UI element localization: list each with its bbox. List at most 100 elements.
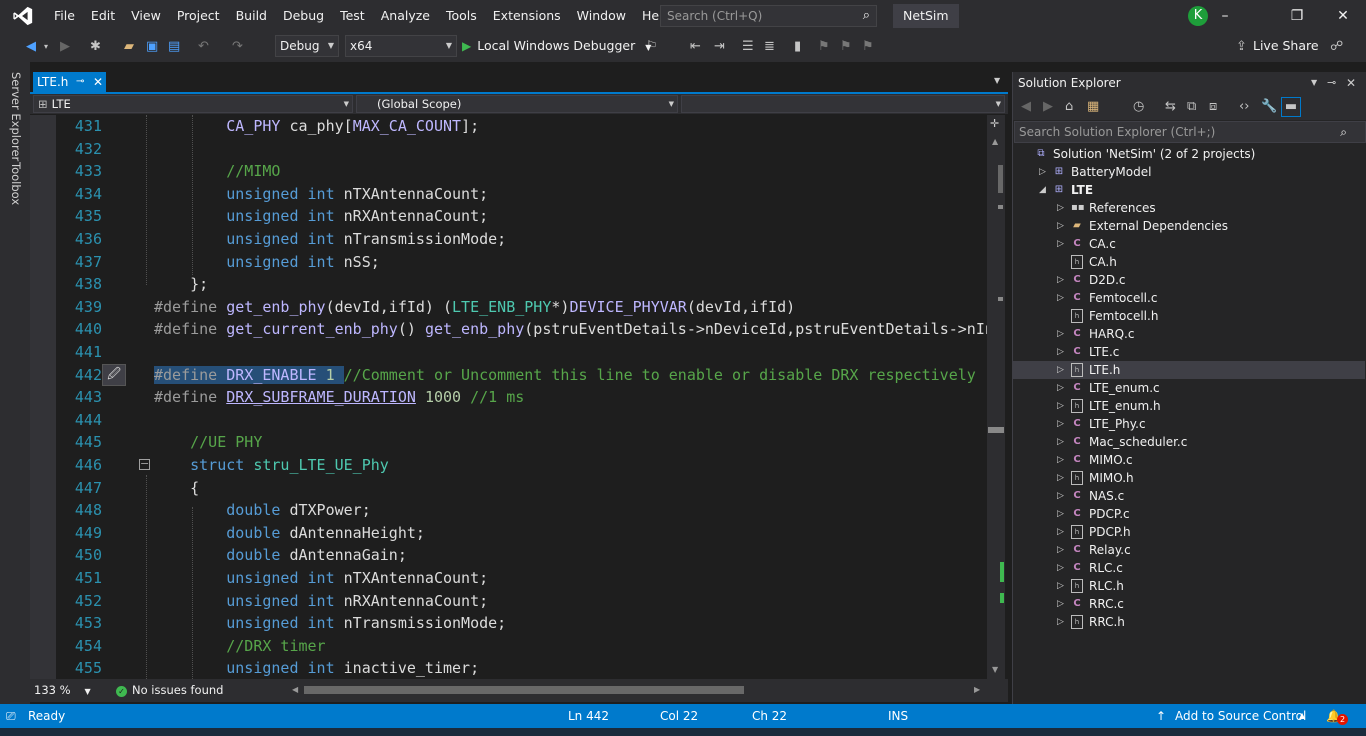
code-line[interactable]: 437 unsigned int nSS; xyxy=(30,251,987,274)
code-line[interactable]: 454 //DRX timer xyxy=(30,635,987,658)
menu-test[interactable]: Test xyxy=(332,0,373,32)
scrollbar-thumb[interactable] xyxy=(998,165,1003,193)
menu-debug[interactable]: Debug xyxy=(275,0,332,32)
code-line[interactable]: 434 unsigned int nTXAntennaCount; xyxy=(30,183,987,206)
tree-item[interactable]: ▷ C Femtocell.c xyxy=(1013,289,1365,307)
expand-icon[interactable]: ▷ xyxy=(1039,163,1049,181)
window-position-icon[interactable]: ▼ xyxy=(1311,72,1317,94)
back-icon[interactable]: ◀ xyxy=(1021,99,1031,114)
code-line[interactable]: 441 xyxy=(30,341,987,364)
expand-icon[interactable]: ▷ xyxy=(1057,433,1067,451)
tree-item[interactable]: ▷ C LTE_enum.c xyxy=(1013,379,1365,397)
zoom-dropdown[interactable]: 133 % ▼ xyxy=(34,679,91,703)
show-all-files-icon[interactable]: ⧈ xyxy=(1209,99,1217,114)
character-number[interactable]: Ch 22 xyxy=(752,704,787,728)
split-window-icon[interactable]: ✛ xyxy=(990,117,999,130)
scroll-right-icon[interactable]: ▶ xyxy=(974,678,980,701)
expand-icon[interactable]: ▷ xyxy=(1057,199,1067,217)
restore-button[interactable]: ❐ xyxy=(1274,0,1320,32)
code-line[interactable]: 455 unsigned int inactive_timer; xyxy=(30,657,987,679)
save-all-icon[interactable]: ▤ xyxy=(168,39,180,55)
code-editor[interactable]: 431 CA_PHY ca_phy[MAX_CA_COUNT]; 432 433 /… xyxy=(30,115,987,679)
comment-lines-icon[interactable]: ☰ xyxy=(742,39,754,55)
tree-item[interactable]: ▷ h PDCP.h xyxy=(1013,523,1365,541)
tree-item[interactable]: ▷ C CA.c xyxy=(1013,235,1365,253)
collapse-icon[interactable]: ◢ xyxy=(1039,181,1049,199)
platform-dropdown[interactable]: x64 ▼ xyxy=(345,35,457,57)
menu-edit[interactable]: Edit xyxy=(83,0,123,32)
clear-bookmarks-icon[interactable]: ⚑ xyxy=(862,39,874,55)
tree-item[interactable]: ▷ h LTE_enum.h xyxy=(1013,397,1365,415)
menu-file[interactable]: File xyxy=(46,0,83,32)
menu-extensions[interactable]: Extensions xyxy=(485,0,569,32)
new-project-icon[interactable]: ✱ xyxy=(90,39,101,55)
code-line[interactable]: 453 unsigned int nTransmissionMode; xyxy=(30,612,987,635)
tree-item[interactable]: ▷ C PDCP.c xyxy=(1013,505,1365,523)
redo-icon[interactable]: ↷ xyxy=(232,39,243,55)
issues-indicator[interactable]: ✓ No issues found xyxy=(116,679,223,702)
expand-icon[interactable]: ▷ xyxy=(1057,217,1067,235)
step-into-icon[interactable]: ⇤ xyxy=(690,39,701,55)
home-icon[interactable]: ⌂ xyxy=(1065,99,1073,114)
tree-item[interactable]: ▷ C LTE_Phy.c xyxy=(1013,415,1365,433)
scroll-down-icon[interactable]: ▼ xyxy=(992,665,998,674)
function-dropdown[interactable]: ▼ xyxy=(681,95,1005,113)
live-share-button[interactable]: Live Share xyxy=(1253,38,1319,53)
previous-bookmark-icon[interactable]: ⚑ xyxy=(818,39,830,55)
expand-icon[interactable]: ▷ xyxy=(1057,523,1067,541)
menu-tools[interactable]: Tools xyxy=(438,0,485,32)
code-line[interactable]: 432 xyxy=(30,138,987,161)
expand-icon[interactable]: ▷ xyxy=(1057,361,1067,379)
pin-icon[interactable]: ⊸ xyxy=(1327,72,1336,94)
tree-item[interactable]: ▷ C D2D.c xyxy=(1013,271,1365,289)
tree-item[interactable]: ▷ h LTE.h xyxy=(1013,361,1365,379)
switch-views-icon[interactable]: ▦ xyxy=(1087,99,1099,114)
expand-icon[interactable]: ▷ xyxy=(1057,469,1067,487)
code-line[interactable]: 442 #define DRX_ENABLE 1 //Comment or Unc… xyxy=(30,364,987,387)
menu-window[interactable]: Window xyxy=(569,0,634,32)
solution-search-input[interactable]: Search Solution Explorer (Ctrl+;) ⌕ xyxy=(1014,121,1366,143)
preview-selected-items-icon[interactable]: ▬ xyxy=(1281,97,1301,117)
navigate-back-icon[interactable]: ◀ xyxy=(26,39,36,55)
search-input[interactable]: Search (Ctrl+Q) ⌕ xyxy=(660,5,877,27)
properties-icon[interactable]: 🔧 xyxy=(1261,99,1277,114)
code-line[interactable]: 452 unsigned int nRXAntennaCount; xyxy=(30,590,987,613)
tree-item[interactable]: ◢ ⊞ LTE xyxy=(1013,181,1365,199)
tree-item[interactable]: ▷ C MIMO.c xyxy=(1013,451,1365,469)
tree-item[interactable]: ▷ C Mac_scheduler.c xyxy=(1013,433,1365,451)
expand-icon[interactable]: ▷ xyxy=(1057,289,1067,307)
live-share-icon[interactable]: ⇪ xyxy=(1236,39,1247,55)
undo-icon[interactable]: ↶ xyxy=(198,39,209,55)
pin-icon[interactable]: ⊸ xyxy=(76,72,84,92)
tree-item[interactable]: ▷ ▪▪ References xyxy=(1013,199,1365,217)
insert-mode[interactable]: INS xyxy=(888,704,908,728)
next-bookmark-icon[interactable]: ⚑ xyxy=(840,39,852,55)
menu-project[interactable]: Project xyxy=(169,0,228,32)
expand-icon[interactable]: ▷ xyxy=(1057,415,1067,433)
step-over-icon[interactable]: ⇥ xyxy=(714,39,725,55)
code-line[interactable]: 443 #define DRX_SUBFRAME_DURATION 1000 //… xyxy=(30,386,987,409)
expand-icon[interactable]: ▷ xyxy=(1057,235,1067,253)
tree-item[interactable]: h CA.h xyxy=(1013,253,1365,271)
code-line[interactable]: 451 unsigned int nTXAntennaCount; xyxy=(30,567,987,590)
start-debugging-button[interactable]: ▶ Local Windows Debugger ▼ xyxy=(462,36,651,56)
menu-analyze[interactable]: Analyze xyxy=(373,0,438,32)
code-line[interactable]: 440 #define get_current_enb_phy() get_enb… xyxy=(30,318,987,341)
chevron-down-icon[interactable]: ▼ xyxy=(645,43,651,52)
line-number[interactable]: Ln 442 xyxy=(568,704,609,728)
feedback-icon[interactable]: ☍ xyxy=(1330,39,1343,55)
collapse-all-icon[interactable]: ⧉ xyxy=(1187,99,1196,114)
navigate-forward-icon[interactable]: ▶ xyxy=(60,39,70,55)
tree-item[interactable]: ▷ C HARQ.c xyxy=(1013,325,1365,343)
menu-view[interactable]: View xyxy=(123,0,169,32)
close-icon[interactable]: ✕ xyxy=(1346,72,1356,94)
chevron-down-icon[interactable]: ▾ xyxy=(44,39,48,55)
code-line[interactable]: 447 { xyxy=(30,477,987,500)
column-number[interactable]: Col 22 xyxy=(660,704,698,728)
expand-icon[interactable]: ▷ xyxy=(1057,379,1067,397)
tree-item[interactable]: ▷ ▰ External Dependencies xyxy=(1013,217,1365,235)
code-line[interactable]: 435 unsigned int nRXAntennaCount; xyxy=(30,205,987,228)
configuration-dropdown[interactable]: Debug ▼ xyxy=(275,35,339,57)
save-icon[interactable]: ▣ xyxy=(146,39,158,55)
vertical-scrollbar[interactable]: ✛ ▲ ▼ xyxy=(987,115,1005,679)
